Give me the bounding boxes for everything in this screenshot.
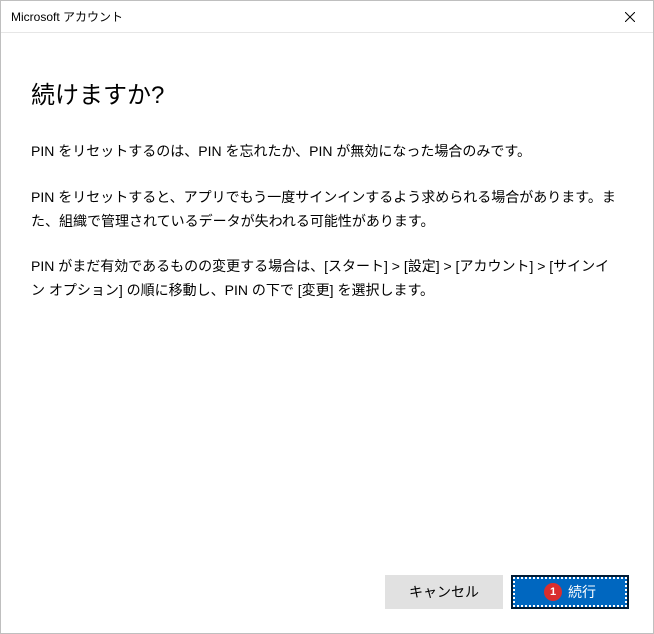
dialog-paragraph-2: PIN をリセットすると、アプリでもう一度サインインするよう求められる場合があり… (31, 186, 623, 234)
cancel-button[interactable]: キャンセル (385, 575, 503, 609)
button-row: キャンセル 1 続行 (1, 575, 653, 633)
dialog-heading: 続けますか? (31, 75, 623, 110)
dialog-content: 続けますか? PIN をリセットするのは、PIN を忘れたか、PIN が無効にな… (1, 33, 653, 575)
window-title: Microsoft アカウント (11, 8, 123, 25)
dialog-paragraph-3: PIN がまだ有効であるものの変更する場合は、[スタート] > [設定] > [… (31, 255, 623, 303)
step-badge-icon: 1 (544, 583, 562, 601)
dialog-window: Microsoft アカウント 続けますか? PIN をリセットするのは、PIN… (0, 0, 654, 634)
close-icon (625, 12, 635, 22)
close-button[interactable] (607, 1, 653, 32)
continue-button-label: 続行 (568, 582, 596, 602)
dialog-paragraph-1: PIN をリセットするのは、PIN を忘れたか、PIN が無効になった場合のみで… (31, 140, 623, 164)
continue-button[interactable]: 1 続行 (511, 575, 629, 609)
titlebar: Microsoft アカウント (1, 1, 653, 33)
